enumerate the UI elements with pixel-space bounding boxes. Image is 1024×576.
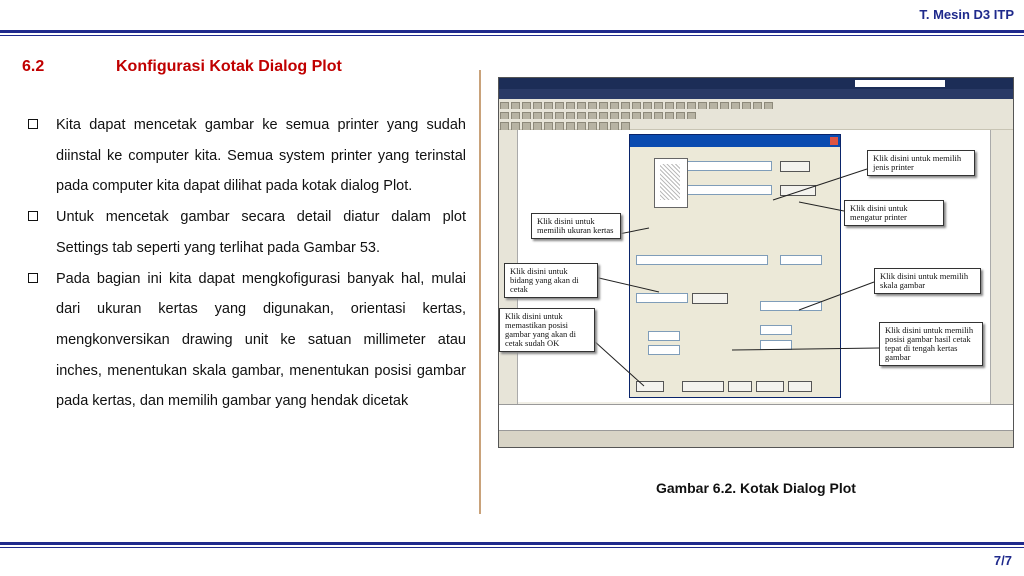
arrow-printer [772,168,868,201]
top-rule-thin [0,35,1024,36]
section-number: 6.2 [22,58,45,75]
checkbox-bullet-icon [28,211,38,222]
divider-line [479,70,481,514]
callout-printer-setup: Klik disini untuk mengatur printer [844,200,944,226]
callout-scale: Klik disini untuk memilih skala gambar [874,268,981,294]
callout-paper-size: Klik disini untuk memilih ukuran kertas [531,213,621,239]
arrow-printer-setup [798,201,845,212]
bullet-item: Kita dapat mencetak gambar ke semua prin… [26,110,466,202]
page-number: 7/7 [993,553,1012,568]
callout-plot-area: Klik disini untuk bidang yang akan di ce… [504,263,598,298]
bottom-rule-thin [0,547,1024,548]
top-rule [0,30,1024,33]
arrow-center-plot [731,347,880,351]
callout-center: Klik disini untuk memastikan posisi gamb… [499,308,595,352]
header-label: T. Mesin D3 ITP [919,7,1014,22]
checkbox-bullet-icon [28,119,38,129]
bullet-text: Pada bagian ini kita dapat mengkofiguras… [56,270,466,410]
arrow-scale [798,281,875,311]
callout-center-plot: Klik disini untuk memilih posisi gambar … [879,322,983,366]
bullet-item: Pada bagian ini kita dapat mengkofiguras… [26,264,466,418]
bottom-rule [0,542,1024,545]
section-title: Konfigurasi Kotak Dialog Plot [116,58,342,75]
figure-caption: Gambar 6.2. Kotak Dialog Plot [656,480,856,496]
bullet-text: Kita dapat mencetak gambar ke semua prin… [56,117,466,195]
bullet-text: Untuk mencetak gambar secara detail diat… [56,209,466,256]
checkbox-bullet-icon [28,272,38,283]
cad-screenshot: Klik disini untuk memilih jenis printer … [498,77,1014,448]
bullet-item: Untuk mencetak gambar secara detail diat… [26,202,466,263]
bullet-list: Kita dapat mencetak gambar ke semua prin… [26,110,466,417]
arrow-center [592,339,645,387]
callout-printer: Klik disini untuk memilih jenis printer [867,150,975,176]
